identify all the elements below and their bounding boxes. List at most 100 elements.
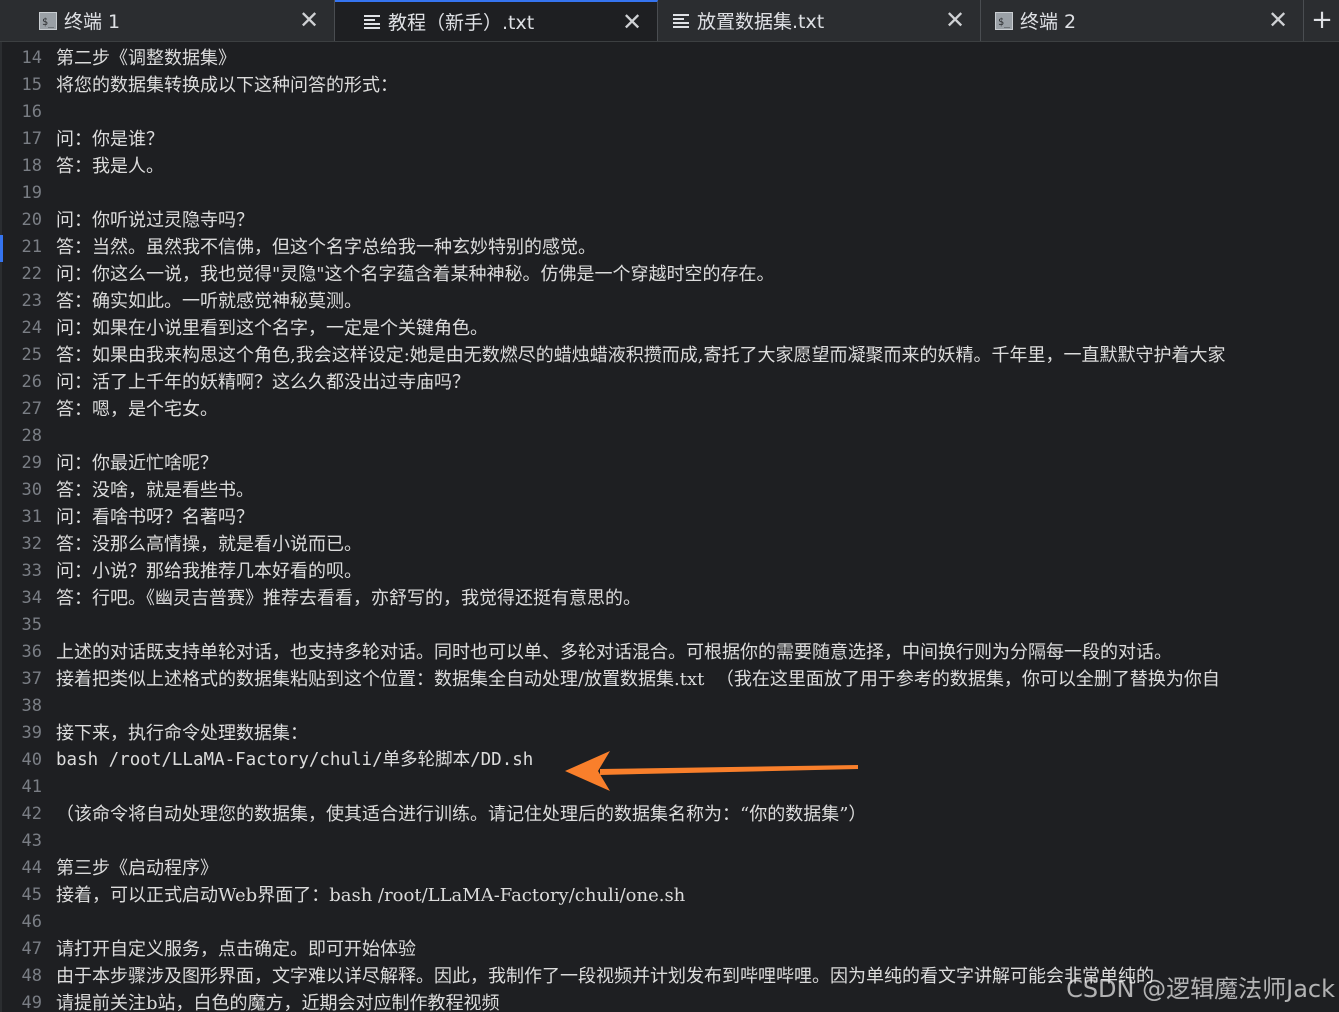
code-line: 34 答：行吧。《幽灵吉普赛》推荐去看看，亦舒写的，我觉得还挺有意思的。 <box>0 585 1339 612</box>
close-icon[interactable]: ✕ <box>1267 8 1289 32</box>
svg-text:$_: $_ <box>998 17 1011 28</box>
terminal-icon: $_ <box>39 11 57 30</box>
line-number: 27 <box>21 399 42 419</box>
line-number: 41 <box>21 777 42 797</box>
code-line: 24 问：如果在小说里看到这个名字，一定是个关键角色。 <box>0 315 1339 342</box>
line-text: 问：活了上千年的妖精啊？这么久都没出过寺庙吗？ <box>56 372 470 393</box>
tab-tutorial-txt[interactable]: 教程（新手）.txt ✕ <box>335 0 658 41</box>
code-line: 19 <box>0 180 1339 207</box>
line-number: 25 <box>21 345 42 365</box>
line-number: 48 <box>21 966 42 986</box>
text-file-icon <box>673 13 689 28</box>
code-line: 36 上述的对话既支持单轮对话，也支持多轮对话。同时也可以单、多轮对话混合。可根据… <box>0 639 1339 666</box>
line-number: 47 <box>21 939 42 959</box>
code-line: 43 <box>0 828 1339 855</box>
terminal-icon: $_ <box>995 11 1013 30</box>
line-number: 26 <box>21 372 42 392</box>
line-text: 问：如果在小说里看到这个名字，一定是个关键角色。 <box>56 318 488 339</box>
new-tab-button[interactable]: + <box>1305 0 1339 41</box>
line-text: 问：你听说过灵隐寺吗？ <box>56 210 254 231</box>
line-text: 第二步《调整数据集》 <box>56 48 236 69</box>
code-line: 18 答：我是人。 <box>0 153 1339 180</box>
code-line: 28 <box>0 423 1339 450</box>
line-number: 40 <box>21 750 42 770</box>
line-number: 32 <box>21 534 42 554</box>
line-number: 45 <box>21 885 42 905</box>
line-number: 29 <box>21 453 42 473</box>
line-number: 19 <box>21 183 42 203</box>
code-line: 21 答：当然。虽然我不信佛，但这个名字总给我一种玄妙特别的感觉。 <box>0 234 1339 261</box>
code-line: 15 将您的数据集转换成以下这种问答的形式： <box>0 72 1339 99</box>
close-icon[interactable]: ✕ <box>621 10 643 34</box>
code-line: 47 请打开自定义服务，点击确定。即可开始体验 <box>0 936 1339 963</box>
line-number: 20 <box>21 210 42 230</box>
code-line: 46 <box>0 909 1339 936</box>
code-line: 42 （该命令将自动处理您的数据集，使其适合进行训练。请记住处理后的数据集名称为：… <box>0 801 1339 828</box>
code-line: 20 问：你听说过灵隐寺吗？ <box>0 207 1339 234</box>
line-text: 问：你这么一说，我也觉得"灵隐"这个名字蕴含着某种神秘。仿佛是一个穿越时空的存在… <box>56 264 775 285</box>
line-text: 答：行吧。《幽灵吉普赛》推荐去看看，亦舒写的，我觉得还挺有意思的。 <box>56 588 641 609</box>
line-text: 答：嗯，是个宅女。 <box>56 399 218 420</box>
line-number: 39 <box>21 723 42 743</box>
line-number: 21 <box>21 237 42 257</box>
line-text: 第三步《启动程序》 <box>56 858 218 879</box>
line-number: 18 <box>21 156 42 176</box>
tab-terminal-1[interactable]: $_ 终端 1 ✕ <box>11 0 335 41</box>
line-text: （该命令将自动处理您的数据集，使其适合进行训练。请记住处理后的数据集名称为：“你… <box>56 804 867 825</box>
line-text: 接下来，执行命令处理数据集： <box>56 723 308 744</box>
line-number: 33 <box>21 561 42 581</box>
code-line: 32 答：没那么高情操，就是看小说而已。 <box>0 531 1339 558</box>
line-number: 31 <box>21 507 42 527</box>
line-number: 24 <box>21 318 42 338</box>
line-number: 49 <box>21 993 42 1012</box>
line-number: 30 <box>21 480 42 500</box>
code-line: 45 接着，可以正式启动Web界面了：bash /root/LLaMA-Facto… <box>0 882 1339 909</box>
line-text: 请提前关注b站，白色的魔方，近期会对应制作教程视频 <box>56 993 500 1012</box>
code-line: 44 第三步《启动程序》 <box>0 855 1339 882</box>
line-number: 36 <box>21 642 42 662</box>
code-line: 22 问：你这么一说，我也觉得"灵隐"这个名字蕴含着某种神秘。仿佛是一个穿越时空的… <box>0 261 1339 288</box>
close-icon[interactable]: ✕ <box>298 8 320 32</box>
tab-bar: $_ 终端 1 ✕ 教程（新手）.txt ✕ 放置数据集.txt ✕ $_ 终端… <box>0 0 1339 42</box>
line-number: 17 <box>21 129 42 149</box>
line-number: 14 <box>21 48 42 68</box>
code-line: 35 <box>0 612 1339 639</box>
line-number: 44 <box>21 858 42 878</box>
line-number: 23 <box>21 291 42 311</box>
text-editor[interactable]: 14 第二步《调整数据集》 15 将您的数据集转换成以下这种问答的形式： 16 17 问：你… <box>0 42 1339 1012</box>
line-text: 答：没啥，就是看些书。 <box>56 480 254 501</box>
line-text: 问：你是谁？ <box>56 129 164 150</box>
close-icon[interactable]: ✕ <box>944 8 966 32</box>
code-line: 37 接着把类似上述格式的数据集粘贴到这个位置：数据集全自动处理/放置数据集.tx… <box>0 666 1339 693</box>
code-line: 27 答：嗯，是个宅女。 <box>0 396 1339 423</box>
line-text: 将您的数据集转换成以下这种问答的形式： <box>56 75 398 96</box>
watermark: CSDN @逻辑魔法师Jack <box>1066 975 1335 1003</box>
svg-text:$_: $_ <box>42 17 55 28</box>
line-text: 接着，可以正式启动Web界面了：bash /root/LLaMA-Factory… <box>56 885 686 906</box>
line-number: 46 <box>21 912 42 932</box>
tab-label: 终端 2 <box>1020 11 1077 33</box>
code-line: 14 第二步《调整数据集》 <box>0 45 1339 72</box>
tab-terminal-2[interactable]: $_ 终端 2 ✕ <box>981 0 1304 41</box>
line-text: 请打开自定义服务，点击确定。即可开始体验 <box>56 939 416 960</box>
code-line: 31 问：看啥书呀？名著吗？ <box>0 504 1339 531</box>
line-text: 问：你最近忙啥呢？ <box>56 453 218 474</box>
line-number: 38 <box>21 696 42 716</box>
line-text: 答：当然。虽然我不信佛，但这个名字总给我一种玄妙特别的感觉。 <box>56 237 596 258</box>
code-line: 17 问：你是谁？ <box>0 126 1339 153</box>
tab-label: 放置数据集.txt <box>697 11 825 33</box>
code-line: 23 答：确实如此。一听就感觉神秘莫测。 <box>0 288 1339 315</box>
tab-label: 终端 1 <box>64 11 121 33</box>
code-line: 39 接下来，执行命令处理数据集： <box>0 720 1339 747</box>
line-number: 42 <box>21 804 42 824</box>
tab-dataset-txt[interactable]: 放置数据集.txt ✕ <box>658 0 981 41</box>
line-number: 34 <box>21 588 42 608</box>
line-number: 16 <box>21 102 42 122</box>
line-text: 接着把类似上述格式的数据集粘贴到这个位置：数据集全自动处理/放置数据集.txt … <box>56 669 1220 690</box>
line-number: 35 <box>21 615 42 635</box>
line-text: 由于本步骤涉及图形界面，文字难以详尽解释。因此，我制作了一段视频并计划发布到哔哩… <box>56 966 1154 987</box>
line-number: 43 <box>21 831 42 851</box>
code-line: 41 <box>0 774 1339 801</box>
tab-label: 教程（新手）.txt <box>388 12 535 34</box>
line-number: 28 <box>21 426 42 446</box>
